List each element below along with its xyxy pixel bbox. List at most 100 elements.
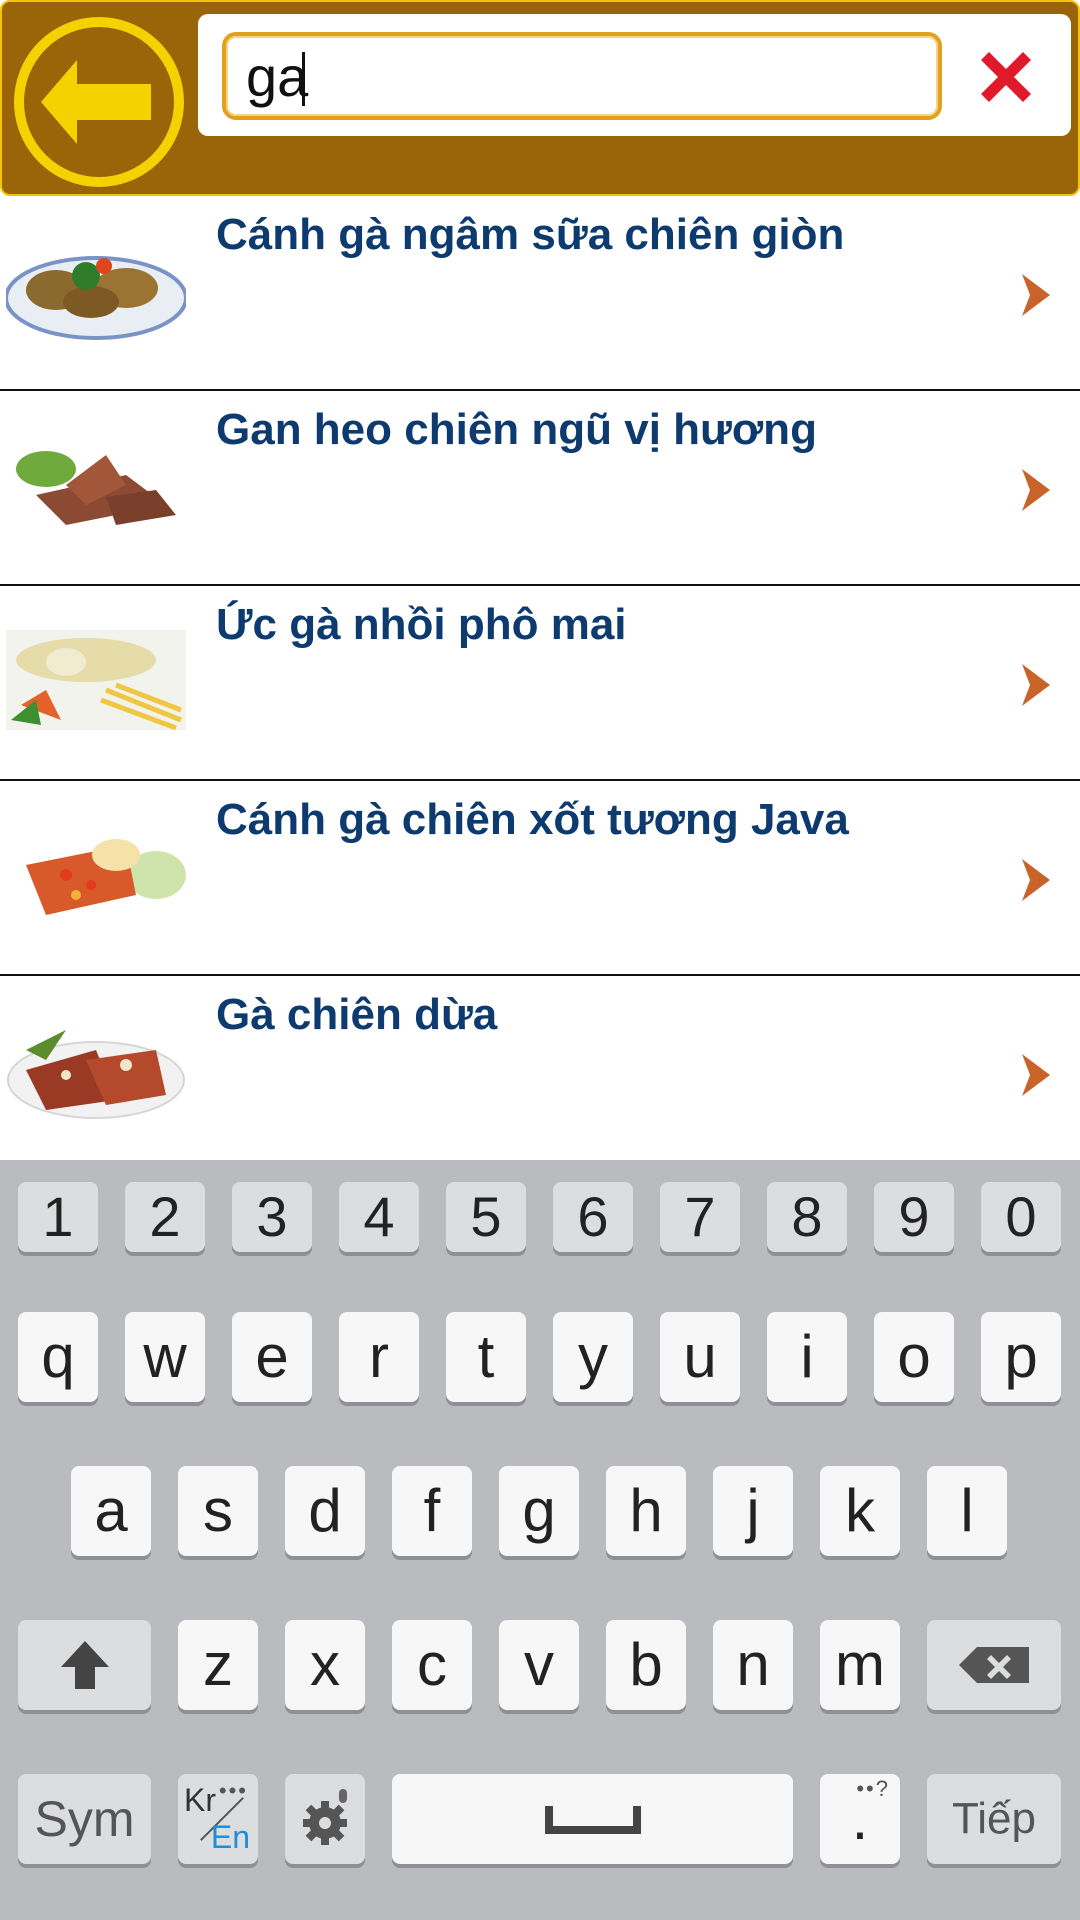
search-input[interactable] — [222, 32, 942, 120]
key-label: r — [369, 1323, 389, 1390]
chevron-right-icon — [1022, 274, 1050, 316]
chevron-right-icon — [1022, 1054, 1050, 1096]
backspace-key[interactable] — [927, 1620, 1061, 1710]
key-j[interactable]: j — [713, 1466, 793, 1556]
search-panel — [198, 14, 1071, 136]
key-g[interactable]: g — [499, 1466, 579, 1556]
key-label: 6 — [577, 1185, 609, 1248]
next-key[interactable]: Tiếp — [927, 1774, 1061, 1864]
key-x[interactable]: x — [285, 1620, 365, 1710]
key-label: 1 — [42, 1185, 74, 1248]
key-label: e — [255, 1323, 289, 1390]
key-h[interactable]: h — [606, 1466, 686, 1556]
shift-key[interactable] — [18, 1620, 151, 1710]
key-label: a — [94, 1477, 128, 1544]
key-r[interactable]: r — [339, 1312, 419, 1402]
clear-search-button[interactable] — [971, 42, 1041, 112]
result-list: Cánh gà ngâm sữa chiên giòn Gan heo chiê… — [0, 196, 1080, 1169]
key-label: o — [897, 1323, 931, 1390]
dish-thumbnail — [6, 240, 186, 340]
more-dots-icon: ••• — [218, 1778, 248, 1803]
app-header — [0, 0, 1080, 196]
list-item[interactable]: Cánh gà ngâm sữa chiên giòn — [0, 196, 1080, 391]
key-hint: ? — [875, 1776, 890, 1801]
key-label: 5 — [470, 1185, 502, 1248]
key-i[interactable]: i — [767, 1312, 847, 1402]
key-label: 0 — [1005, 1185, 1037, 1248]
key-label: 7 — [684, 1185, 716, 1248]
key-2[interactable]: 2 — [125, 1182, 205, 1252]
key-d[interactable]: d — [285, 1466, 365, 1556]
key-label: 8 — [791, 1185, 823, 1248]
key-n[interactable]: n — [713, 1620, 793, 1710]
dish-title: Cánh gà chiên xốt tương Java — [216, 795, 849, 844]
key-label: 4 — [363, 1185, 395, 1248]
key-label: h — [629, 1477, 663, 1544]
list-item[interactable]: Gan heo chiên ngũ vị hương — [0, 391, 1080, 586]
key-6[interactable]: 6 — [553, 1182, 633, 1252]
dish-title: Gà chiên dừa — [216, 990, 498, 1039]
text-caret — [302, 52, 305, 106]
key-w[interactable]: w — [125, 1312, 205, 1402]
key-3[interactable]: 3 — [232, 1182, 312, 1252]
dish-thumbnail — [6, 825, 186, 925]
settings-key[interactable] — [285, 1774, 365, 1864]
key-label: m — [835, 1631, 885, 1698]
chevron-right-icon — [1022, 469, 1050, 511]
gear-icon — [303, 1789, 347, 1845]
key-o[interactable]: o — [874, 1312, 954, 1402]
key-c[interactable]: c — [392, 1620, 472, 1710]
key-label: 3 — [256, 1185, 288, 1248]
period-key[interactable]: . ••? — [820, 1774, 900, 1864]
key-k[interactable]: k — [820, 1466, 900, 1556]
key-u[interactable]: u — [660, 1312, 740, 1402]
key-1[interactable]: 1 — [18, 1182, 98, 1252]
key-label: q — [41, 1323, 75, 1390]
space-key[interactable] — [392, 1774, 793, 1864]
key-a[interactable]: a — [71, 1466, 151, 1556]
key-e[interactable]: e — [232, 1312, 312, 1402]
soft-keyboard: 1 2 3 4 5 6 7 8 9 0 q w e r t y u i o p … — [0, 1160, 1080, 1920]
key-m[interactable]: m — [820, 1620, 900, 1710]
sym-key[interactable]: Sym — [18, 1774, 151, 1864]
space-icon — [544, 1806, 641, 1834]
dish-title: Gan heo chiên ngũ vị hương — [216, 405, 817, 454]
key-label: c — [417, 1631, 447, 1698]
key-v[interactable]: v — [499, 1620, 579, 1710]
dish-thumbnail — [6, 1020, 186, 1120]
key-p[interactable]: p — [981, 1312, 1061, 1402]
key-8[interactable]: 8 — [767, 1182, 847, 1252]
key-5[interactable]: 5 — [446, 1182, 526, 1252]
key-label: Tiếp — [952, 1794, 1036, 1843]
key-y[interactable]: y — [553, 1312, 633, 1402]
key-label: z — [203, 1631, 233, 1698]
key-label: Sym — [34, 1791, 135, 1847]
key-label: u — [683, 1323, 717, 1390]
dish-title: Ức gà nhồi phô mai — [216, 600, 627, 649]
key-0[interactable]: 0 — [981, 1182, 1061, 1252]
key-label: Kr — [184, 1782, 216, 1818]
key-label: l — [960, 1477, 974, 1544]
back-button[interactable] — [14, 17, 184, 187]
list-item[interactable]: Cánh gà chiên xốt tương Java — [0, 781, 1080, 976]
key-f[interactable]: f — [392, 1466, 472, 1556]
key-4[interactable]: 4 — [339, 1182, 419, 1252]
more-dots-icon: ••? — [856, 1776, 890, 1801]
key-s[interactable]: s — [178, 1466, 258, 1556]
key-9[interactable]: 9 — [874, 1182, 954, 1252]
key-b[interactable]: b — [606, 1620, 686, 1710]
backspace-icon — [959, 1647, 1029, 1683]
key-l[interactable]: l — [927, 1466, 1007, 1556]
key-q[interactable]: q — [18, 1312, 98, 1402]
key-t[interactable]: t — [446, 1312, 526, 1402]
list-item[interactable]: Ức gà nhồi phô mai — [0, 586, 1080, 781]
list-item[interactable]: Gà chiên dừa — [0, 976, 1080, 1169]
chevron-right-icon — [1022, 859, 1050, 901]
key-label: n — [736, 1631, 770, 1698]
key-z[interactable]: z — [178, 1620, 258, 1710]
key-label: En — [210, 1819, 250, 1855]
key-label: j — [746, 1477, 760, 1544]
key-label: t — [477, 1323, 495, 1390]
key-7[interactable]: 7 — [660, 1182, 740, 1252]
language-switch-key[interactable]: Kr En ••• — [178, 1774, 258, 1864]
